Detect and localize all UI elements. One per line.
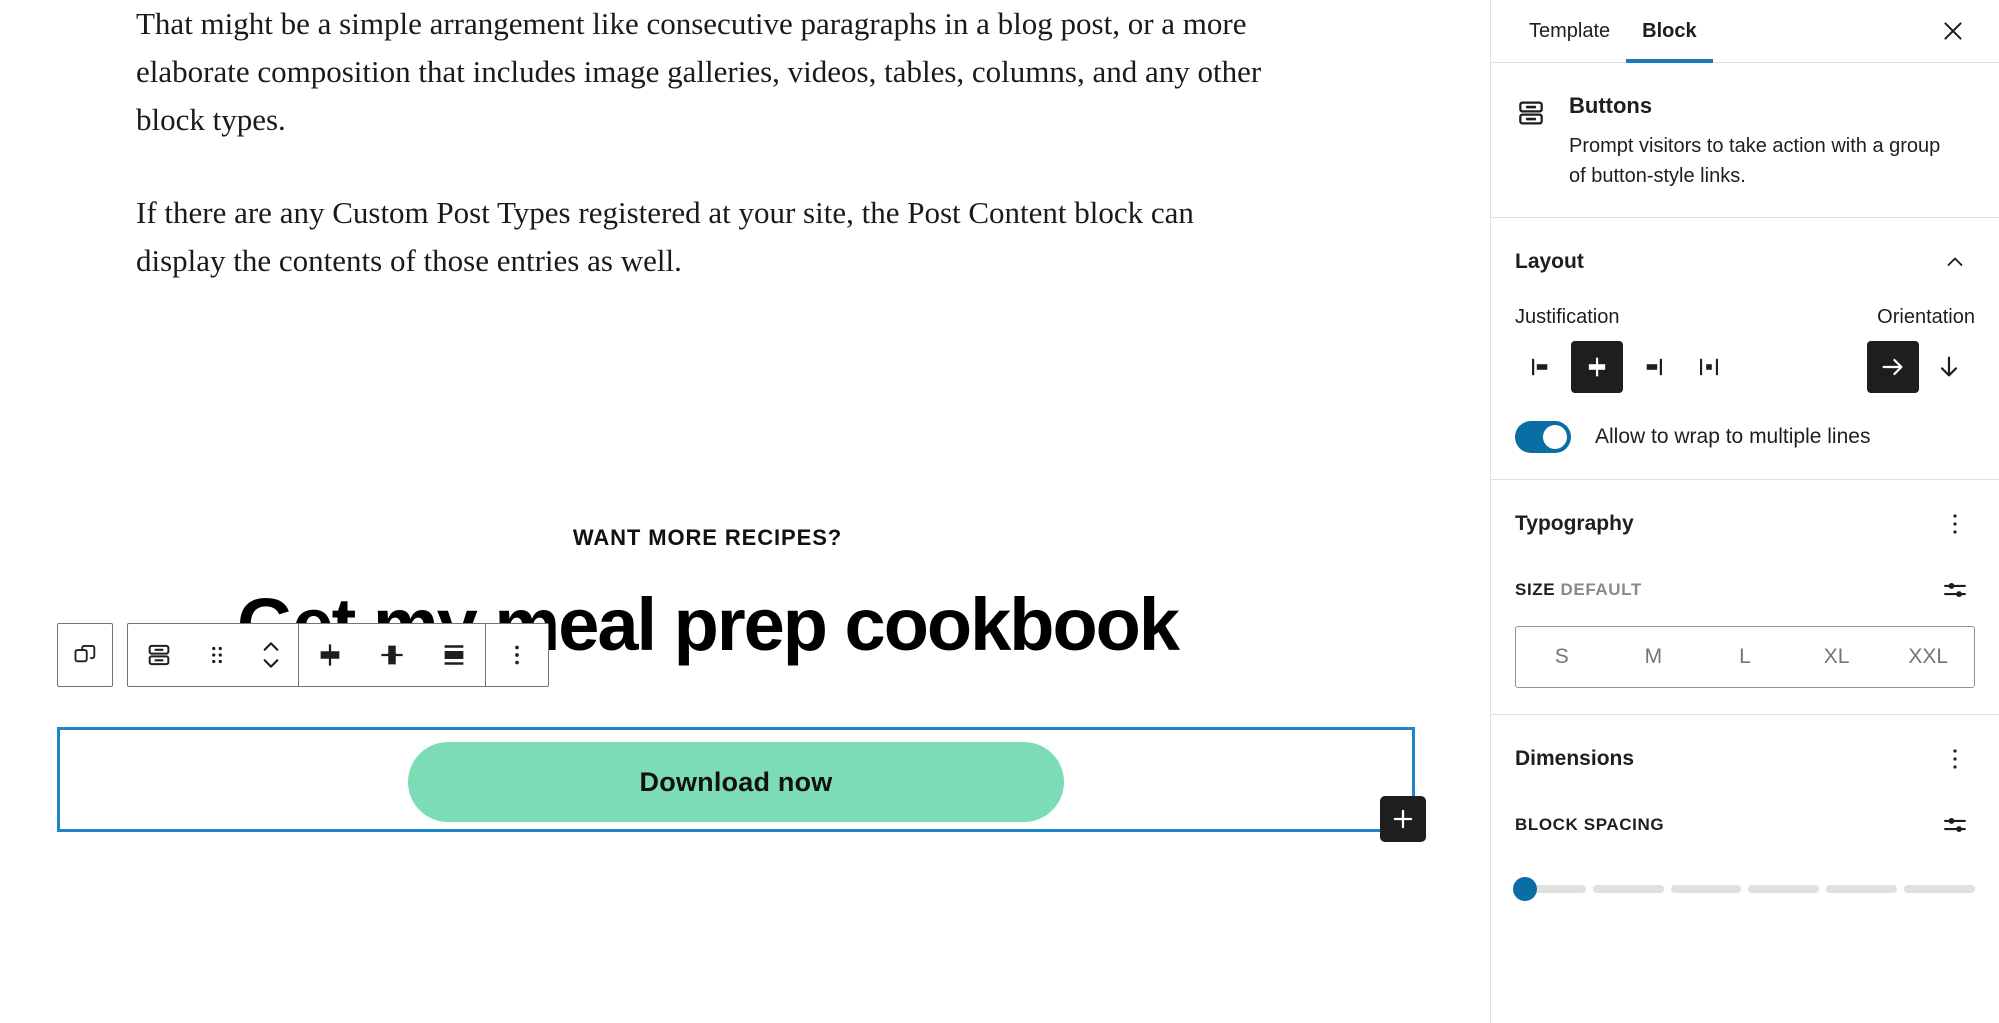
size-label-text: SIZE (1515, 580, 1556, 599)
orientation-options (1867, 341, 1975, 393)
font-size-row: SIZE DEFAULT (1515, 570, 1975, 610)
justify-right-option[interactable] (1627, 341, 1679, 393)
kicker-heading[interactable]: WANT MORE RECIPES? (0, 525, 1415, 551)
font-size-xl[interactable]: XL (1791, 627, 1883, 687)
layout-control-row (1515, 341, 1975, 393)
arrow-down-icon (1940, 356, 1958, 377)
toolbar-group-main (127, 623, 549, 687)
justify-center-icon (1588, 357, 1606, 377)
buttons-block[interactable]: Download now (57, 727, 1426, 842)
justify-left-icon (1532, 358, 1548, 376)
dimensions-header: Dimensions (1515, 739, 1975, 779)
buttons-icon (148, 644, 170, 666)
buttons-icon (1515, 93, 1547, 134)
orientation-vertical-option[interactable] (1923, 341, 1975, 393)
justify-center-option[interactable] (1571, 341, 1623, 393)
typography-title: Typography (1515, 512, 1634, 535)
block-spacing-custom-button[interactable] (1935, 805, 1975, 845)
justify-right-icon (1646, 358, 1662, 376)
more-vertical-icon (515, 645, 519, 665)
slider-segment (1592, 885, 1664, 893)
space-between-option[interactable] (1683, 341, 1735, 393)
font-size-m[interactable]: M (1608, 627, 1700, 687)
block-spacing-label: BLOCK SPACING (1515, 815, 1665, 834)
more-vertical-icon (1953, 514, 1957, 534)
font-size-custom-button[interactable] (1935, 570, 1975, 610)
copy-shapes-icon (74, 644, 96, 663)
font-size-xxl[interactable]: XXL (1882, 627, 1974, 687)
dimensions-section: Dimensions BLOCK SPACING (1491, 715, 1999, 925)
space-between-icon (1700, 358, 1718, 376)
dimensions-options-button[interactable] (1935, 739, 1975, 779)
layout-collapse-button[interactable] (1935, 242, 1975, 282)
paragraph-block-1[interactable]: That might be a simple arrangement like … (0, 0, 1280, 144)
font-size-picker: S M L XL XXL (1515, 626, 1975, 688)
block-spacing-slider[interactable] (1513, 877, 1975, 901)
block-toolbar (57, 623, 549, 687)
slider-segment (1904, 885, 1975, 893)
arrow-right-icon (1882, 358, 1903, 376)
settings-sliders-icon (1944, 818, 1966, 832)
layout-label-row: Justification Orientation (1515, 306, 1975, 329)
justification-label: Justification (1515, 306, 1620, 328)
add-block-button[interactable] (1380, 796, 1426, 842)
block-card-title: Buttons (1569, 93, 1653, 118)
align-items-center-button[interactable] (361, 624, 423, 686)
wrap-toggle-row: Allow to wrap to multiple lines (1515, 421, 1975, 453)
tab-template[interactable]: Template (1513, 0, 1626, 63)
chevron-up-down-icon (263, 642, 279, 668)
block-card-section: Buttons Prompt visitors to take action w… (1491, 63, 1999, 218)
stretch-items-button[interactable] (423, 624, 485, 686)
drag-dots-icon (212, 646, 222, 664)
block-type-button[interactable] (128, 624, 190, 686)
settings-sliders-icon (1944, 583, 1966, 597)
block-card-text: Buttons Prompt visitors to take action w… (1569, 93, 1949, 191)
allow-wrap-toggle[interactable] (1515, 421, 1571, 453)
slider-segment (1748, 885, 1820, 893)
typography-section: Typography SIZE DEFAULT S M L XL XXL (1491, 480, 1999, 715)
slider-segment (1826, 885, 1898, 893)
drag-handle-button[interactable] (190, 624, 244, 686)
font-size-label: SIZE DEFAULT (1515, 580, 1642, 600)
block-card-description: Prompt visitors to take action with a gr… (1569, 135, 1941, 187)
sidebar-tabs: Template Block (1491, 0, 1999, 63)
justify-center-button[interactable] (299, 624, 361, 686)
download-now-button[interactable]: Download now (408, 742, 1064, 822)
editor-canvas: That might be a simple arrangement like … (0, 0, 1490, 1023)
layout-header[interactable]: Layout (1515, 242, 1975, 282)
block-card: Buttons Prompt visitors to take action w… (1515, 87, 1975, 191)
dimensions-title: Dimensions (1515, 747, 1635, 770)
orientation-horizontal-option[interactable] (1867, 341, 1919, 393)
editor-window: That might be a simple arrangement like … (0, 0, 1999, 1023)
orientation-label: Orientation (1877, 306, 1975, 328)
select-parent-block-button[interactable] (58, 624, 112, 686)
stretch-items-icon (444, 645, 464, 665)
toolbar-group-parent (57, 623, 113, 687)
layout-section: Layout Justification Orientation Allow t… (1491, 218, 1999, 480)
size-value-text: DEFAULT (1560, 580, 1642, 599)
close-sidebar-button[interactable] (1929, 7, 1977, 55)
typography-options-button[interactable] (1935, 504, 1975, 544)
justify-center-horizontal-icon (320, 644, 340, 666)
close-icon (1944, 22, 1962, 40)
justification-options (1515, 341, 1735, 393)
layout-title: Layout (1515, 250, 1584, 273)
font-size-s[interactable]: S (1516, 627, 1608, 687)
block-spacing-row: BLOCK SPACING (1515, 805, 1975, 845)
settings-sidebar: Template Block Buttons Prompt visitors t… (1490, 0, 1999, 1023)
paragraph-block-2[interactable]: If there are any Custom Post Types regis… (0, 189, 1280, 285)
justify-left-option[interactable] (1515, 341, 1567, 393)
tab-block[interactable]: Block (1626, 0, 1714, 63)
slider-thumb[interactable] (1513, 877, 1537, 901)
typography-header: Typography (1515, 504, 1975, 544)
block-options-button[interactable] (486, 624, 548, 686)
allow-wrap-label: Allow to wrap to multiple lines (1595, 425, 1871, 448)
more-vertical-icon (1953, 749, 1957, 769)
slider-segment (1670, 885, 1742, 893)
align-center-vertical-icon (381, 645, 403, 665)
font-size-l[interactable]: L (1699, 627, 1791, 687)
toggle-knob (1543, 425, 1567, 449)
move-up-down-button[interactable] (244, 624, 298, 686)
chevron-up-icon (1947, 257, 1963, 266)
